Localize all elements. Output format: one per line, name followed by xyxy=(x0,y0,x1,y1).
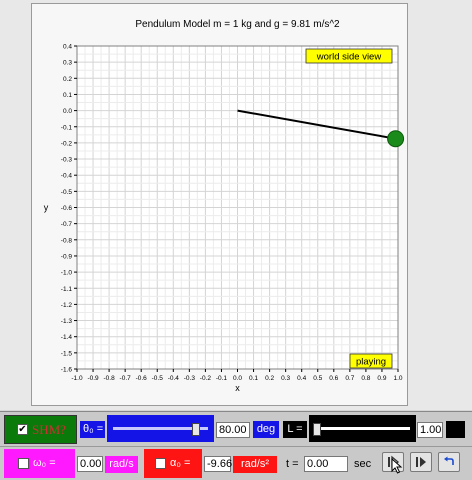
y-tick-label: -0.2 xyxy=(61,140,73,147)
x-tick-label: 0.6 xyxy=(329,375,338,382)
alpha0-toggle[interactable]: α₀ = xyxy=(144,449,202,478)
omega0-checkbox[interactable] xyxy=(18,458,29,469)
reset-button[interactable] xyxy=(438,452,460,472)
theta0-unit: deg xyxy=(253,421,279,438)
pendulum-plot[interactable]: -1.0 -0.9 -0.8 -0.7 -0.6 -0.5 -0.4 -0.3 -0.2 -0.1… xyxy=(32,4,409,407)
omega0-input[interactable]: 0.00 xyxy=(77,456,103,472)
x-tick-label: -1.0 xyxy=(71,375,83,382)
y-tick-label: 0.1 xyxy=(63,92,72,99)
theta0-label-box: θ₀ = xyxy=(80,421,105,438)
x-tick-label: 1.0 xyxy=(393,375,402,382)
length-color-swatch xyxy=(446,421,465,438)
x-tick-label: 0.5 xyxy=(313,375,322,382)
y-tick-label: 0.2 xyxy=(63,76,72,83)
length-slider-thumb[interactable] xyxy=(313,423,321,436)
y-tick-label: -0.7 xyxy=(61,221,73,228)
control-row-initial-angle: ✔ SHM? θ₀ = 80.00 deg L = 1.00 xyxy=(0,411,472,446)
shm-label: SHM? xyxy=(32,422,66,437)
y-tick-label: 0.0 xyxy=(63,108,72,115)
y-tick-label: -1.2 xyxy=(61,302,73,309)
y-tick-label: 0.4 xyxy=(63,44,72,51)
y-axis-label: y xyxy=(44,203,49,213)
time-input[interactable]: 0.00 xyxy=(304,456,348,472)
plot-title: Pendulum Model m = 1 kg and g = 9.81 m/s… xyxy=(135,19,340,30)
y-tick-label: -1.1 xyxy=(61,286,73,293)
alpha0-label: α₀ = xyxy=(170,457,191,469)
omega0-toggle[interactable]: ω₀ = xyxy=(4,449,75,478)
x-tick-label: -0.5 xyxy=(152,375,164,382)
mouse-cursor-icon xyxy=(391,458,403,474)
x-tick-label: 0.8 xyxy=(361,375,370,382)
theta0-input[interactable]: 80.00 xyxy=(216,422,250,438)
x-tick-label: 0.2 xyxy=(265,375,274,382)
step-play-icon xyxy=(416,457,426,467)
y-tick-label: -0.5 xyxy=(61,189,73,196)
y-tick-label: -0.4 xyxy=(61,173,73,180)
theta0-slider-thumb[interactable] xyxy=(191,423,200,436)
y-tick-label: -1.0 xyxy=(61,270,73,277)
theta0-label: θ₀ = xyxy=(83,423,104,435)
y-tick-label: -0.8 xyxy=(61,237,73,244)
x-tick-label: -0.7 xyxy=(120,375,132,382)
y-tick-label: -0.9 xyxy=(61,253,73,260)
time-unit: sec xyxy=(354,458,372,470)
alpha0-input[interactable]: -9.66 xyxy=(204,456,232,472)
view-badge: world side view xyxy=(316,52,382,63)
status-badge: playing xyxy=(356,357,386,368)
x-tick-label: 0.3 xyxy=(281,375,290,382)
omega0-unit: rad/s xyxy=(105,456,138,473)
y-tick-label: -1.6 xyxy=(61,367,73,374)
x-tick-label: -0.8 xyxy=(103,375,115,382)
length-label: L = xyxy=(283,421,307,438)
y-tick-label: -0.3 xyxy=(61,157,73,164)
x-tick-label: 0.1 xyxy=(249,375,258,382)
pendulum-bob xyxy=(387,130,405,148)
shm-toggle[interactable]: ✔ SHM? xyxy=(4,415,77,444)
x-axis-label: x xyxy=(235,383,240,393)
x-tick-label: -0.1 xyxy=(216,375,228,382)
y-tick-label: 0.3 xyxy=(63,60,72,67)
length-slider-track xyxy=(315,427,410,430)
alpha0-checkbox[interactable] xyxy=(155,458,166,469)
shm-checkbox[interactable]: ✔ xyxy=(17,424,28,435)
control-row-state: ω₀ = 0.00 rad/s α₀ = -9.66 rad/s² t = 0.… xyxy=(0,446,472,480)
plot-frame: -1.0 -0.9 -0.8 -0.7 -0.6 -0.5 -0.4 -0.3 -0.2 -0.1… xyxy=(31,3,408,406)
play-pause-button[interactable] xyxy=(410,452,432,472)
length-input[interactable]: 1.00 xyxy=(417,422,443,438)
x-tick-label: -0.3 xyxy=(184,375,196,382)
y-tick-label: -0.6 xyxy=(61,205,73,212)
x-tick-label: -0.2 xyxy=(200,375,212,382)
omega0-label: ω₀ = xyxy=(33,457,56,469)
x-tick-label: -0.6 xyxy=(136,375,148,382)
alpha0-unit: rad/s² xyxy=(233,456,277,473)
theta0-slider[interactable] xyxy=(107,415,214,442)
length-slider[interactable] xyxy=(309,415,416,442)
y-tick-label: -1.3 xyxy=(61,318,73,325)
x-tick-label: -0.9 xyxy=(87,375,99,382)
y-tick-label: -1.4 xyxy=(61,334,73,341)
x-tick-label: 0.7 xyxy=(345,375,354,382)
x-tick-label: 0.9 xyxy=(377,375,386,382)
y-tick-label: -0.1 xyxy=(61,124,73,131)
x-tick-label: 0.0 xyxy=(233,375,242,382)
x-tick-label: -0.4 xyxy=(168,375,180,382)
x-tick-label: 0.4 xyxy=(297,375,306,382)
reset-icon xyxy=(444,456,454,465)
y-tick-label: -1.5 xyxy=(61,350,73,357)
time-label: t = xyxy=(286,458,299,470)
simulation-panel: -1.0 -0.9 -0.8 -0.7 -0.6 -0.5 -0.4 -0.3 -0.2 -0.1… xyxy=(0,0,472,410)
